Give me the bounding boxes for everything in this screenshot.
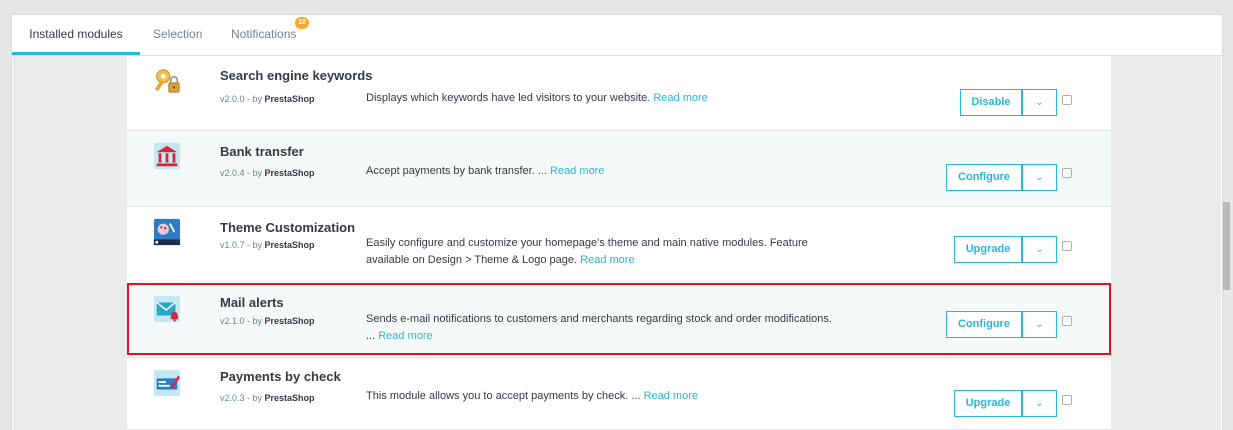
read-more-link[interactable]: Read more [378, 330, 432, 342]
module-version: v1.0.7 - by PrestaShop [220, 240, 315, 250]
configure-button[interactable]: Configure [946, 311, 1022, 338]
module-version: v2.0.4 - by PrestaShop [220, 168, 315, 178]
module-description: This module allows you to accept payment… [366, 390, 698, 402]
upgrade-button[interactable]: Upgrade [954, 236, 1022, 263]
read-more-link[interactable]: Read more [550, 165, 604, 177]
module-row-mail-alerts: Mail alerts v2.1.0 - by PrestaShop Sends… [127, 284, 1111, 358]
module-select-checkbox[interactable] [1062, 241, 1072, 251]
module-select-checkbox[interactable] [1062, 316, 1072, 326]
read-more-link[interactable]: Read more [580, 254, 634, 266]
module-select-checkbox[interactable] [1062, 168, 1072, 178]
actions-dropdown-button[interactable]: ⌄ [1022, 164, 1057, 191]
module-description: Easily configure and customize your home… [366, 237, 808, 266]
actions-dropdown-button[interactable]: ⌄ [1022, 89, 1057, 116]
tab-bar: Installed modules Selection Notification… [12, 15, 1222, 56]
theme-customization-icon [153, 218, 181, 246]
bank-icon [153, 142, 181, 170]
mail-alert-icon [153, 295, 181, 323]
actions-dropdown-button[interactable]: ⌄ [1022, 236, 1057, 263]
read-more-link[interactable]: Read more [653, 92, 707, 104]
right-gutter [1111, 56, 1221, 430]
module-name: Search engine keywords [220, 68, 373, 83]
module-row-bank-transfer: Bank transfer v2.0.4 - by PrestaShop Acc… [127, 131, 1111, 207]
disable-button[interactable]: Disable [960, 89, 1022, 116]
notifications-count-badge: 10 [295, 17, 309, 29]
module-name: Theme Customization [220, 220, 356, 235]
read-more-link[interactable]: Read more [644, 390, 698, 402]
module-version: v2.0.3 - by PrestaShop [220, 393, 315, 403]
module-row-theme-customization: Theme Customization v1.0.7 - by PrestaSh… [127, 207, 1111, 284]
module-name: Bank transfer [220, 144, 304, 159]
module-name: Mail alerts [220, 295, 284, 310]
module-select-checkbox[interactable] [1062, 95, 1072, 105]
module-row-search-engine-keywords: Search engine keywords v2.0.0 - by Prest… [127, 57, 1111, 131]
actions-dropdown-button[interactable]: ⌄ [1022, 311, 1057, 338]
module-version: v2.1.0 - by PrestaShop [220, 316, 315, 326]
module-select-checkbox[interactable] [1062, 395, 1072, 405]
module-description: Accept payments by bank transfer. ... Re… [366, 165, 605, 177]
left-gutter [13, 56, 127, 430]
module-version: v2.0.0 - by PrestaShop [220, 94, 315, 104]
actions-dropdown-button[interactable]: ⌄ [1022, 390, 1057, 417]
upgrade-button[interactable]: Upgrade [954, 390, 1022, 417]
module-row-payments-by-check: Payments by check v2.0.3 - by PrestaShop… [127, 358, 1111, 430]
configure-button[interactable]: Configure [946, 164, 1022, 191]
keys-lock-icon [154, 69, 180, 93]
tab-selection[interactable]: Selection [153, 15, 203, 55]
module-description: Sends e-mail notifications to customers … [366, 313, 832, 342]
module-description: Displays which keywords have led visitor… [366, 92, 708, 104]
tab-installed-modules[interactable]: Installed modules [12, 15, 140, 55]
module-name: Payments by check [220, 369, 341, 384]
check-payment-icon [153, 369, 181, 397]
